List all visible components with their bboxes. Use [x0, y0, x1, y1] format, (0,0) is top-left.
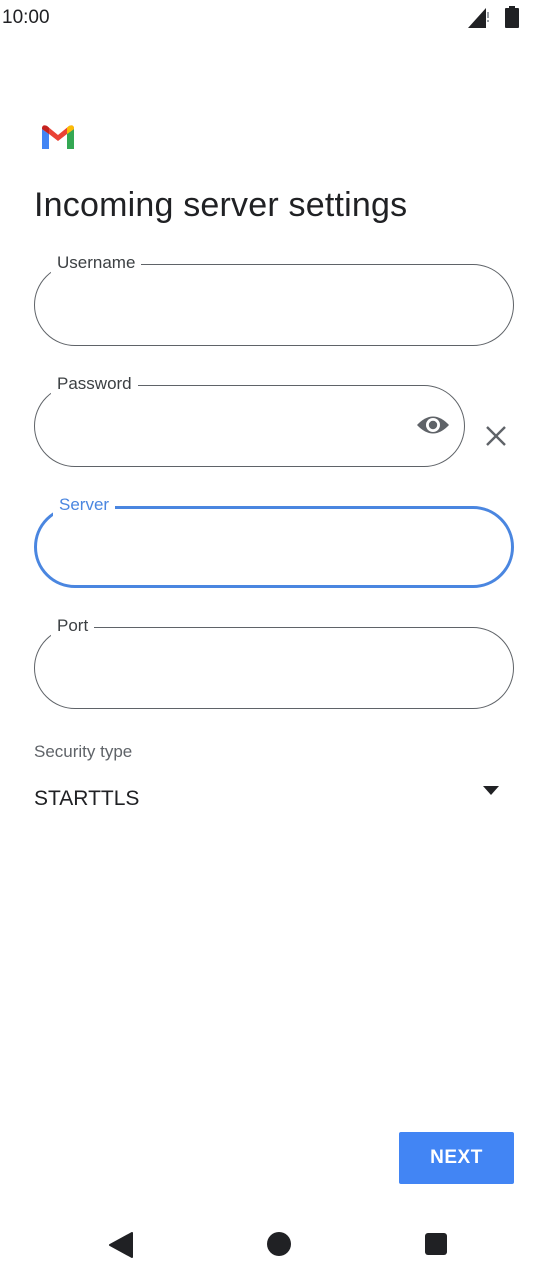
- dropdown-arrow-icon: [483, 786, 499, 795]
- username-label: Username: [51, 252, 142, 274]
- navigation-bar: [0, 1210, 548, 1278]
- page-title: Incoming server settings: [34, 186, 408, 224]
- gmail-logo-icon: [42, 125, 74, 149]
- password-input[interactable]: [57, 406, 381, 446]
- next-button[interactable]: NEXT: [399, 1132, 514, 1184]
- status-time: 10:00: [2, 7, 50, 28]
- battery-icon: [505, 6, 519, 28]
- password-label: Password: [51, 373, 138, 395]
- server-field[interactable]: Server: [34, 494, 514, 588]
- security-type-value: STARTTLS: [34, 787, 140, 810]
- security-type-dropdown[interactable]: STARTTLS: [34, 778, 514, 822]
- eye-icon[interactable]: [416, 412, 450, 438]
- home-icon[interactable]: [267, 1232, 291, 1256]
- port-input[interactable]: [57, 648, 421, 688]
- server-label: Server: [53, 494, 116, 516]
- server-input[interactable]: [57, 527, 421, 567]
- username-input[interactable]: [57, 285, 421, 325]
- signal-icon: [468, 8, 489, 28]
- username-field[interactable]: Username: [34, 252, 514, 346]
- recents-icon[interactable]: [425, 1233, 447, 1255]
- password-field[interactable]: Password: [34, 373, 465, 467]
- port-field[interactable]: Port: [34, 615, 514, 709]
- close-icon[interactable]: [484, 424, 508, 448]
- port-label: Port: [51, 615, 95, 637]
- back-icon[interactable]: [108, 1232, 134, 1258]
- status-bar: 10:00: [0, 0, 548, 36]
- security-type-label: Security type: [34, 742, 133, 761]
